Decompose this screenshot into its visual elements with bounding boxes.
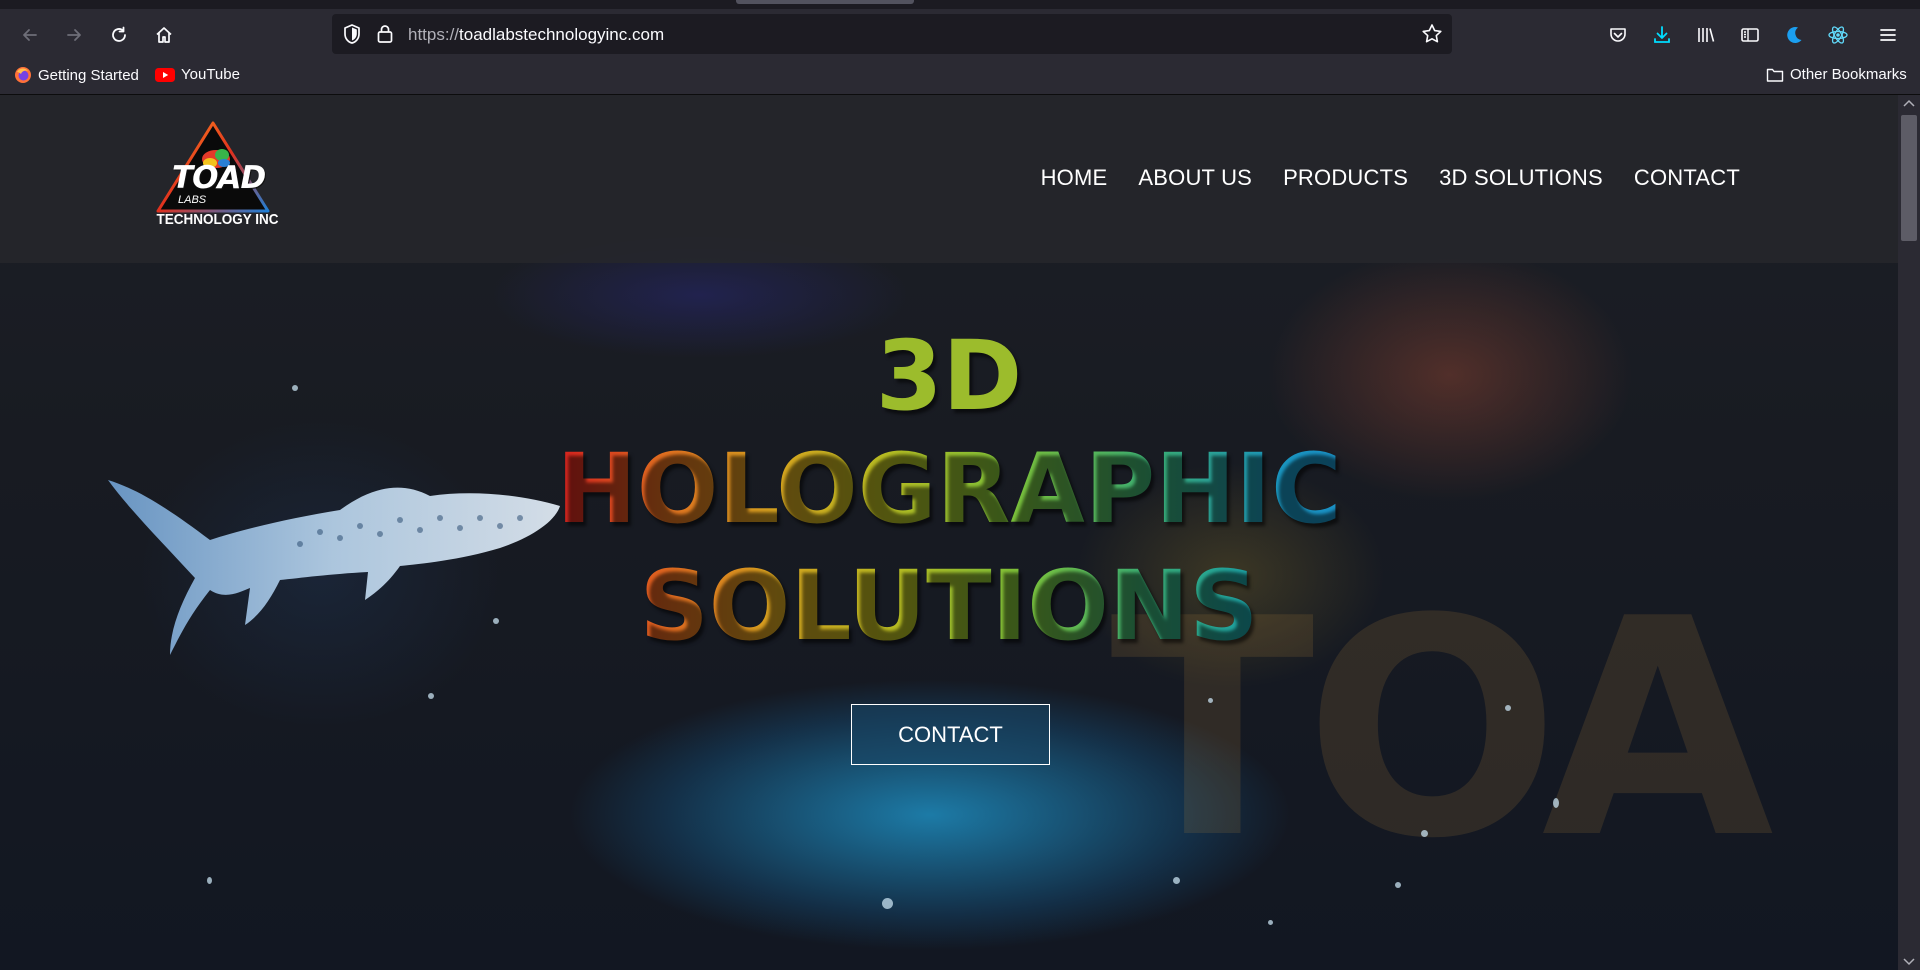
nav-home[interactable]: HOME: [1041, 165, 1108, 191]
bookmarks-toolbar: Getting Started YouTube Other Bookmarks: [0, 62, 1920, 92]
logo-subtitle: TECHNOLOGY INC: [156, 211, 279, 228]
pocket-icon: [1610, 28, 1626, 42]
folder-icon: [1766, 68, 1784, 82]
bookmark-getting-started[interactable]: Getting Started: [14, 66, 139, 84]
other-bookmarks-label: Other Bookmarks: [1790, 66, 1907, 83]
tracking-protection-shield-icon[interactable]: [342, 23, 362, 45]
hero-heading-line-2: HOLOGRAPHIC: [0, 433, 1898, 545]
particle: [1208, 698, 1213, 703]
home-icon: [156, 27, 172, 43]
download-icon: [1654, 26, 1670, 43]
hero-heading-line-3-text: SOLUTIONS: [639, 550, 1259, 662]
library-button[interactable]: [1690, 19, 1722, 51]
lock-icon[interactable]: [376, 23, 394, 45]
hero-heading-line-1: 3D: [875, 320, 1023, 432]
hero-heading-line-3: SOLUTIONS: [0, 550, 1898, 662]
home-button[interactable]: [148, 19, 180, 51]
site-header: TOAD LABS TECHNOLOGY INC HOME ABOUT US P…: [0, 95, 1898, 263]
particle: [1421, 830, 1428, 837]
particle: [1173, 877, 1180, 884]
crescent-moon-icon: [1787, 27, 1802, 44]
site-logo[interactable]: TOAD LABS TECHNOLOGY INC: [150, 119, 280, 239]
sidebar-icon: [1741, 28, 1759, 42]
navigation-toolbar: https://toadlabstechnologyinc.com: [0, 12, 1920, 58]
arrow-left-icon: [23, 29, 37, 41]
scrollbar-thumb[interactable]: [1901, 115, 1917, 241]
hero-contact-button[interactable]: CONTACT: [851, 704, 1050, 765]
browser-chrome: https://toadlabstechnologyinc.com Gettin…: [0, 0, 1920, 95]
react-atom-icon: [1828, 26, 1848, 44]
particle: [207, 877, 212, 884]
reload-button[interactable]: [103, 19, 135, 51]
logo-labs: LABS: [178, 194, 207, 206]
site-nav: HOME ABOUT US PRODUCTS 3D SOLUTIONS CONT…: [1041, 165, 1740, 191]
url-host: toadlabstechnologyinc.com: [459, 25, 665, 44]
scroll-down-arrow-icon[interactable]: [1903, 958, 1915, 966]
react-devtools-button[interactable]: [1822, 19, 1854, 51]
nav-products[interactable]: PRODUCTS: [1283, 165, 1408, 191]
firefox-icon: [15, 67, 31, 83]
url-scheme: https://: [408, 25, 460, 44]
extension-moon-button[interactable]: [1778, 19, 1810, 51]
scroll-up-arrow-icon[interactable]: [1903, 99, 1915, 107]
bookmark-star-icon[interactable]: [1420, 22, 1444, 46]
reload-icon: [112, 26, 126, 42]
particle: [1268, 920, 1273, 925]
particle: [1553, 798, 1559, 808]
other-bookmarks[interactable]: Other Bookmarks: [1766, 66, 1907, 83]
sidebar-button[interactable]: [1734, 19, 1766, 51]
particle: [428, 693, 434, 699]
hamburger-menu-icon: [1880, 29, 1896, 41]
logo-word: TOAD: [172, 160, 266, 196]
bookmark-youtube[interactable]: YouTube: [155, 66, 240, 83]
web-page: TOA TOAD LABS TECHNOLOGY INC HOME ABOUT …: [0, 95, 1898, 970]
nav-3d-solutions[interactable]: 3D SOLUTIONS: [1439, 165, 1603, 191]
bookmark-label: YouTube: [181, 66, 240, 83]
active-tab-indicator[interactable]: [736, 0, 914, 4]
url-bar[interactable]: https://toadlabstechnologyinc.com: [332, 14, 1452, 54]
nav-about-us[interactable]: ABOUT US: [1138, 165, 1252, 191]
nav-contact[interactable]: CONTACT: [1634, 165, 1740, 191]
back-button[interactable]: [14, 19, 46, 51]
hero-heading-line-2-text: HOLOGRAPHIC: [556, 433, 1342, 545]
arrow-right-icon: [67, 29, 81, 41]
forward-button[interactable]: [58, 19, 90, 51]
youtube-icon: [155, 67, 175, 82]
particle: [882, 898, 893, 909]
particle: [1395, 882, 1401, 888]
particle: [1505, 705, 1511, 711]
page-scrollbar[interactable]: [1898, 95, 1920, 970]
app-menu-button[interactable]: [1872, 19, 1904, 51]
url-text[interactable]: https://toadlabstechnologyinc.com: [408, 25, 664, 45]
bookmark-label: Getting Started: [38, 66, 139, 84]
downloads-button[interactable]: [1646, 19, 1678, 51]
tab-strip: [0, 0, 1920, 9]
pocket-button[interactable]: [1602, 19, 1634, 51]
library-icon: [1698, 28, 1715, 42]
